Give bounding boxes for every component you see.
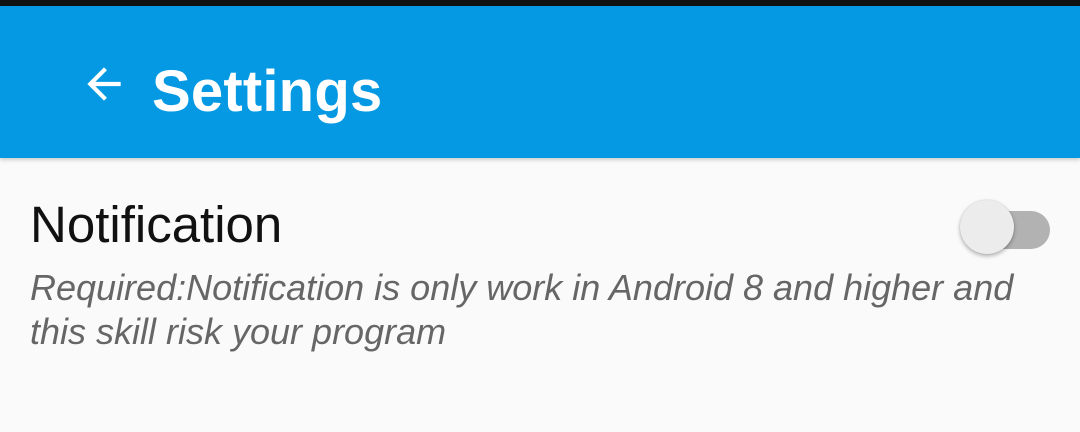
- preference-summary: Required:Notification is only work in An…: [30, 267, 1014, 352]
- arrow-back-icon: [87, 67, 121, 101]
- notification-switch[interactable]: [956, 194, 1052, 258]
- back-button[interactable]: [68, 48, 140, 120]
- page-title: Settings: [152, 59, 383, 124]
- notification-preference[interactable]: Notification Required:Notification is on…: [0, 158, 1080, 368]
- app-toolbar: Settings: [0, 6, 1080, 158]
- preference-title: Notification: [30, 196, 283, 253]
- switch-thumb: [960, 200, 1014, 254]
